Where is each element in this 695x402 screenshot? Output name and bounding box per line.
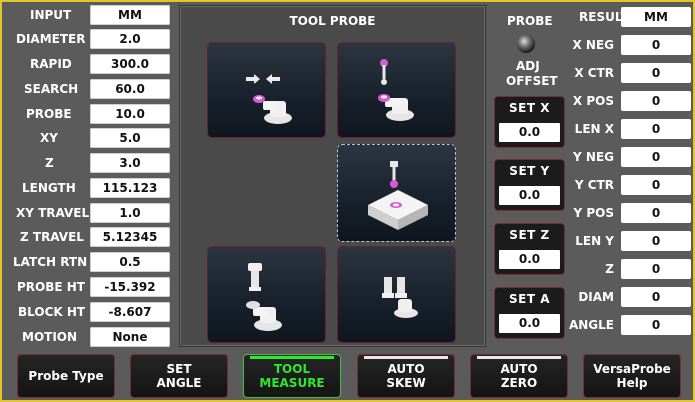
set-x-value[interactable]: 0.0 [499,123,560,142]
param-input-units[interactable]: MM [90,5,170,25]
tool-measure-label: TOOL MEASURE [259,362,325,390]
set-angle-button[interactable]: SET ANGLE [130,354,228,398]
result-y-neg: 0 [621,147,691,167]
versaprobe-help-button[interactable]: VersaProbe Help [583,354,681,398]
set-x-label: SET X [509,101,550,115]
set-angle-label: SET ANGLE [156,362,202,390]
param-xy-travel[interactable]: 1.0 [90,203,170,223]
param-label-latch-rtn: LATCH RTN [13,255,88,269]
result-z: 0 [621,259,691,279]
result-label-x-neg: X NEG [572,38,614,52]
probe-tile-tool-diameter[interactable] [337,246,456,343]
probe-tile-side-touch[interactable] [207,42,326,138]
param-label-xy-travel: XY TRAVEL [16,206,90,220]
result-label-y-ctr: Y CTR [574,178,614,192]
param-probe[interactable]: 10.0 [90,104,170,124]
versaprobe-help-label: VersaProbe Help [593,362,671,390]
param-diameter[interactable]: 2.0 [90,29,170,49]
param-label-search: SEARCH [24,82,79,96]
param-xy[interactable]: 5.0 [90,128,170,148]
panel-title: TOOL PROBE [289,14,376,28]
param-label-rapid: RAPID [30,57,72,71]
set-a-value[interactable]: 0.0 [499,314,560,333]
result-label-z: Z [605,262,614,276]
param-label-z: Z [45,156,54,170]
result-len-x: 0 [621,119,691,139]
probe-tile-top-touch[interactable] [337,42,456,138]
set-z-value[interactable]: 0.0 [499,250,560,269]
tool-diameter-icon [382,277,418,318]
probe-screen: INPUT MM DIAMETER 2.0 RAPID 300.0 SEARCH… [0,0,695,402]
side-touch-icon [246,74,292,124]
set-a-label: SET A [509,292,550,306]
result-x-ctr: 0 [621,63,691,83]
result-label-x-ctr: X CTR [574,66,614,80]
result-label-len-y: LEN Y [575,234,614,248]
active-indicator-bar [250,356,334,359]
result-len-y: 0 [621,231,691,251]
param-label-xy: XY [40,131,58,145]
result-label-y-neg: Y NEG [573,150,614,164]
auto-zero-label: AUTO ZERO [500,362,538,390]
param-label-diameter: DIAMETER [16,32,86,46]
top-touch-icon [378,59,414,121]
probe-tile-tool-length[interactable] [207,246,326,343]
result-y-ctr: 0 [621,175,691,195]
param-z[interactable]: 3.0 [90,153,170,173]
result-label-diam: DIAM [578,290,614,304]
probe-tile-block[interactable] [337,144,456,242]
param-motion[interactable]: None [90,327,170,347]
param-z-travel[interactable]: 5.12345 [90,227,170,247]
param-rapid[interactable]: 300.0 [90,54,170,74]
result-label-x-pos: X POS [572,94,614,108]
set-z-label: SET Z [509,228,550,242]
param-label-probe-ht: PROBE HT [17,280,85,294]
adj-label: ADJ [516,59,540,73]
result-x-neg: 0 [621,35,691,55]
param-label-input: INPUT [30,8,72,22]
result-units[interactable]: MM [621,7,691,27]
param-latch-rtn[interactable]: 0.5 [90,252,170,272]
result-label-angle: ANGLE [568,318,614,332]
probe-type-label: Probe Type [28,369,104,383]
param-label-block-ht: BLOCK HT [18,305,86,319]
param-label-motion: MOTION [22,330,78,344]
tool-probe-panel: TOOL PROBE [179,5,486,347]
offset-label: OFFSET [506,74,558,88]
toggle-indicator-bar [477,356,561,359]
result-label-y-pos: Y POS [573,206,614,220]
param-block-ht[interactable]: -8.607 [90,302,170,322]
auto-zero-button[interactable]: AUTO ZERO [470,354,568,398]
param-search[interactable]: 60.0 [90,79,170,99]
param-label-probe: PROBE [26,107,72,121]
result-x-pos: 0 [621,91,691,111]
set-x-button[interactable]: SET X 0.0 [494,96,565,148]
auto-skew-label: AUTO SKEW [386,362,426,390]
result-y-pos: 0 [621,203,691,223]
probe-led-indicator [517,35,535,53]
set-y-value[interactable]: 0.0 [499,186,560,205]
set-z-button[interactable]: SET Z 0.0 [494,223,565,275]
set-y-label: SET Y [509,164,550,178]
probe-type-button[interactable]: Probe Type [17,354,115,398]
param-length[interactable]: 115.123 [90,178,170,198]
result-angle: 0 [621,315,691,335]
result-diam: 0 [621,287,691,307]
probe-status-label: PROBE [507,14,553,28]
auto-skew-button[interactable]: AUTO SKEW [357,354,455,398]
param-label-length: LENGTH [22,181,76,195]
param-label-z-travel: Z TRAVEL [20,230,84,244]
toggle-indicator-bar [364,356,448,359]
tool-measure-button[interactable]: TOOL MEASURE [243,354,341,398]
result-label-len-x: LEN X [574,122,614,136]
set-y-button[interactable]: SET Y 0.0 [494,159,565,211]
block-icon [368,161,428,230]
param-probe-ht[interactable]: -15.392 [90,277,170,297]
tool-length-icon [246,263,282,331]
set-a-button[interactable]: SET A 0.0 [494,287,565,339]
